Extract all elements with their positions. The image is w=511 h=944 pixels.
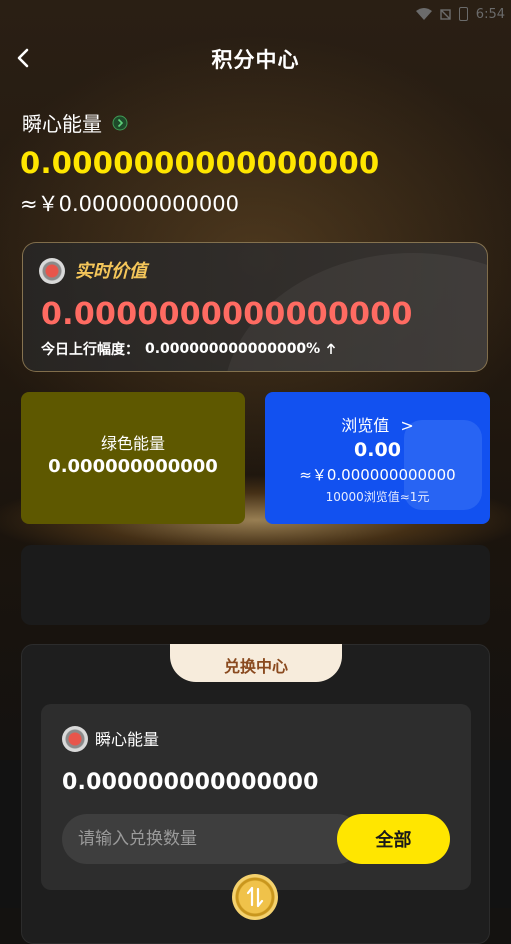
swap-icon [246, 886, 264, 908]
browse-value: 0.00 [354, 439, 401, 461]
exchange-asset-name: 瞬心能量 [95, 730, 160, 749]
top-bar: 积分中心 [0, 40, 511, 76]
status-time: 6:54 [475, 6, 505, 22]
daily-change-value: 0.000000000000000% [145, 341, 321, 357]
browse-label-row: 浏览值 > [265, 412, 490, 436]
battery-icon [458, 7, 468, 21]
browse-cny-value: ≈￥0.000000000000 [299, 466, 456, 484]
coin-icon [62, 726, 88, 752]
energy-value: 0.0000000000000000 [20, 146, 380, 180]
info-icon[interactable] [112, 115, 128, 131]
energy-label-row: 瞬心能量 [22, 108, 128, 137]
banner-area[interactable] [21, 545, 490, 625]
browse-value-card[interactable]: 浏览值 > 0.00 ≈￥0.000000000000 10000浏览值≈1元 [265, 392, 490, 524]
exchange-amount-input[interactable] [62, 814, 362, 864]
daily-change-row: 今日上行幅度： 0.000000000000000% [41, 339, 336, 359]
green-energy-value: 0.000000000000 [48, 456, 218, 477]
up-arrow-icon [327, 343, 336, 354]
exchange-balance: 0.000000000000000 [62, 770, 319, 795]
energy-label: 瞬心能量 [22, 112, 102, 136]
chevron-right-icon: > [400, 416, 414, 435]
exchange-box: 瞬心能量 0.000000000000000 全部 [41, 704, 471, 890]
energy-cny-value: ≈￥0.000000000000 [20, 192, 239, 216]
browse-label: 浏览值 [341, 416, 390, 435]
realtime-value-card: 实时价值 0.0000000000000000 今日上行幅度： 0.000000… [22, 242, 488, 372]
realtime-title: 实时价值 [75, 261, 147, 282]
no-signal-icon [440, 9, 451, 20]
page-title: 积分中心 [211, 48, 300, 72]
realtime-value: 0.0000000000000000 [41, 297, 413, 332]
daily-change-label: 今日上行幅度： [41, 342, 139, 358]
browse-rate-note: 10000浏览值≈1元 [325, 490, 430, 504]
exchange-all-button[interactable]: 全部 [337, 814, 450, 864]
green-energy-label: 绿色能量 [100, 434, 165, 453]
wifi-icon [415, 8, 432, 20]
exchange-tab[interactable]: 兑换中心 [170, 644, 342, 682]
status-bar: 6:54 [415, 0, 505, 28]
green-energy-card[interactable]: 绿色能量 0.000000000000 [21, 392, 245, 524]
swap-button[interactable] [232, 874, 278, 920]
coin-icon [39, 258, 65, 284]
exchange-tab-label: 兑换中心 [223, 657, 288, 676]
